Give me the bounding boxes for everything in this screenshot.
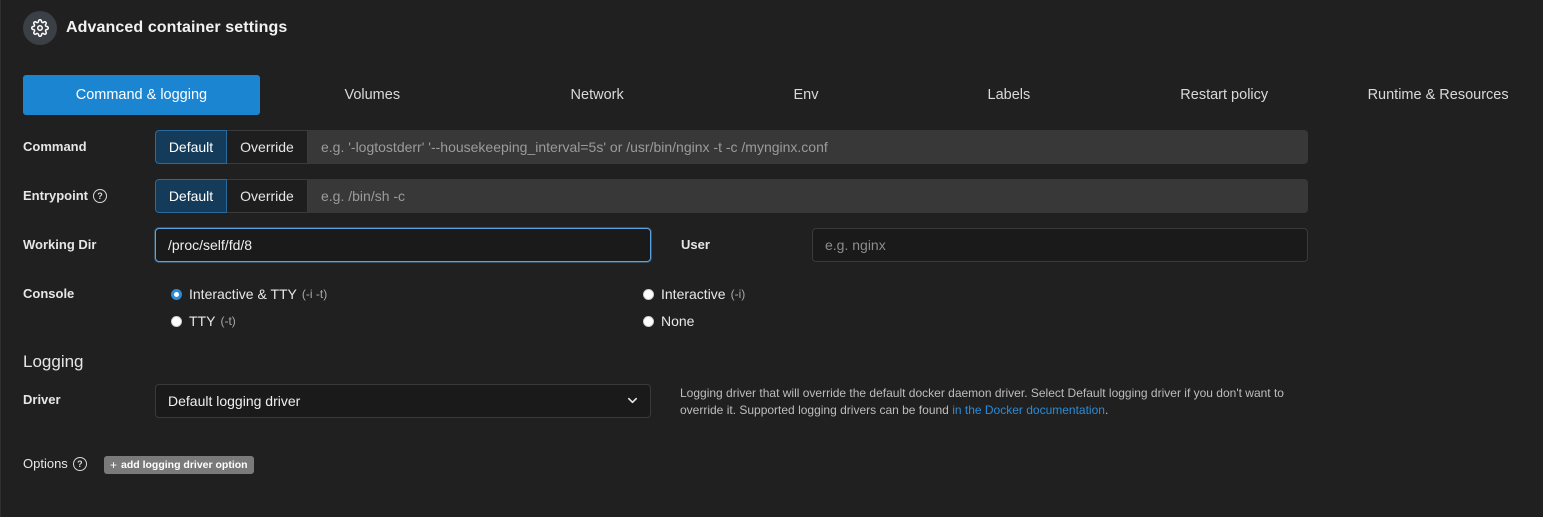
radio-button[interactable] — [171, 288, 182, 300]
tab-restart-policy[interactable]: Restart policy — [1115, 75, 1333, 115]
command-default-button[interactable]: Default — [155, 130, 227, 164]
logging-driver-select[interactable]: Default logging driver — [155, 384, 651, 418]
advanced-settings-panel: Advanced container settings Command & lo… — [0, 0, 1543, 517]
options-label: Options — [23, 456, 68, 471]
radio-label: Interactive — [661, 286, 726, 302]
working-dir-label: Working Dir — [23, 237, 97, 252]
help-icon[interactable]: ? — [93, 188, 107, 203]
radio-label: Interactive & TTY — [189, 286, 297, 302]
tab-env[interactable]: Env — [710, 75, 903, 115]
tab-network[interactable]: Network — [485, 75, 710, 115]
panel-title: Advanced container settings — [66, 19, 288, 36]
settings-tabs: Command & logging Volumes Network Env La… — [23, 75, 1543, 115]
help-text-end: . — [1104, 403, 1109, 417]
entrypoint-label-wrap: Entrypoint? — [23, 188, 107, 204]
radio-label: TTY — [189, 313, 216, 329]
radio-label: None — [661, 313, 695, 329]
entrypoint-label: Entrypoint — [23, 188, 88, 203]
driver-label: Driver — [23, 392, 61, 407]
add-logging-option-button[interactable]: + add logging driver option — [104, 456, 254, 474]
add-option-label: add logging driver option — [121, 459, 248, 471]
radio-button[interactable] — [171, 315, 182, 327]
tab-labels[interactable]: Labels — [902, 75, 1115, 115]
logging-section-title: Logging — [23, 352, 84, 371]
tab-command-logging[interactable]: Command & logging — [23, 75, 260, 115]
gear-icon — [23, 11, 57, 45]
working-dir-input[interactable] — [155, 228, 651, 262]
panel-header: Advanced container settings — [23, 11, 287, 45]
console-option-tty[interactable]: TTY (-t) — [171, 313, 236, 329]
console-option-none[interactable]: None — [643, 313, 694, 329]
entrypoint-row: Default Override — [155, 179, 1308, 213]
command-override-button[interactable]: Override — [227, 130, 308, 164]
radio-hint: (-i -t) — [301, 287, 328, 301]
user-label: User — [681, 237, 710, 252]
console-label: Console — [23, 286, 75, 301]
options-label-wrap: Options? — [23, 456, 87, 472]
plus-icon: + — [110, 458, 118, 472]
tab-runtime-resources[interactable]: Runtime & Resources — [1333, 75, 1543, 115]
radio-button[interactable] — [643, 288, 654, 300]
entrypoint-input[interactable] — [308, 179, 1308, 213]
console-option-interactive[interactable]: Interactive (-i) — [643, 286, 745, 302]
console-option-interactive-tty[interactable]: Interactive & TTY (-i -t) — [171, 286, 327, 302]
command-label: Command — [23, 139, 87, 154]
help-icon[interactable]: ? — [72, 456, 87, 471]
select-value: Default logging driver — [168, 393, 301, 409]
chevron-down-icon — [627, 393, 638, 409]
docker-docs-link[interactable]: in the Docker documentation — [952, 403, 1105, 417]
radio-hint: (-t) — [220, 314, 236, 328]
user-input[interactable] — [812, 228, 1308, 262]
radio-button[interactable] — [643, 315, 654, 327]
radio-hint: (-i) — [730, 287, 746, 301]
command-input[interactable] — [308, 130, 1308, 164]
tab-volumes[interactable]: Volumes — [260, 75, 485, 115]
logging-help-text: Logging driver that will override the de… — [680, 385, 1300, 419]
entrypoint-override-button[interactable]: Override — [227, 179, 308, 213]
entrypoint-default-button[interactable]: Default — [155, 179, 227, 213]
command-row: Default Override — [155, 130, 1308, 164]
